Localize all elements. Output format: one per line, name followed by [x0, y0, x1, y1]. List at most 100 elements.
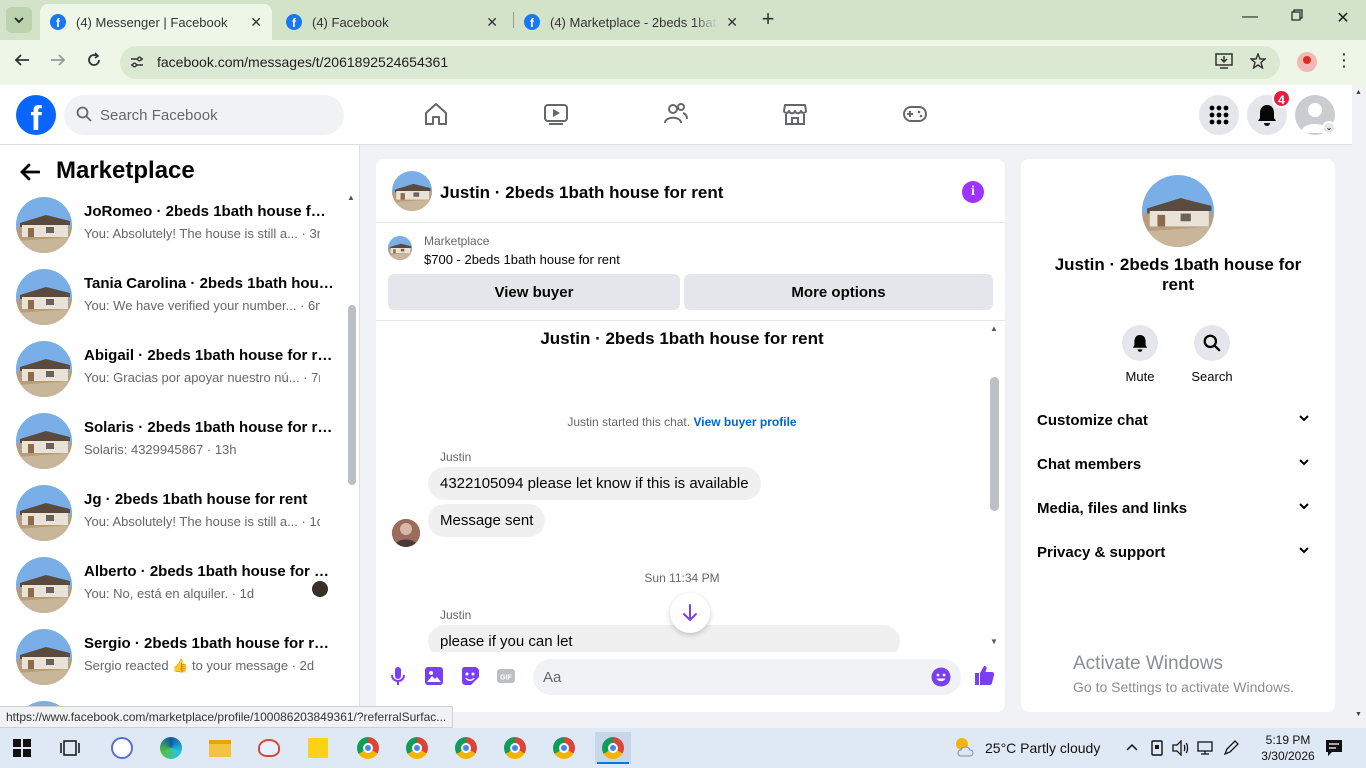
close-tab-icon[interactable]: ✕	[486, 14, 498, 31]
emoji-icon[interactable]	[931, 667, 951, 687]
pen-icon[interactable]	[1222, 739, 1240, 757]
task-view-button[interactable]	[52, 732, 88, 764]
mute-button[interactable]: Mute	[1110, 325, 1170, 384]
taskbar-app-shield[interactable]	[104, 732, 140, 764]
scroll-up-arrow-icon[interactable]: ▲	[347, 193, 355, 202]
start-button[interactable]	[4, 732, 40, 764]
facebook-logo-icon[interactable]: f	[16, 95, 56, 135]
volume-icon[interactable]	[1172, 740, 1190, 756]
conversation-item[interactable]: Solaris · 2beds 1bath house for rent Sola…	[16, 413, 336, 473]
back-button[interactable]	[10, 51, 34, 75]
video-icon[interactable]	[543, 101, 569, 127]
scrollbar-thumb[interactable]	[348, 305, 356, 485]
listing-thumbnail[interactable]	[388, 236, 412, 260]
conversation-item[interactable]: Sergio · 2beds 1bath house for rent Sergi…	[16, 629, 336, 689]
media-files-links-section[interactable]: Media, files and links	[1037, 500, 1319, 524]
new-tab-button[interactable]: +	[756, 7, 780, 33]
address-bar[interactable]: facebook.com/messages/t/2061892524654361	[120, 46, 1280, 79]
scroll-down-arrow-icon[interactable]: ▼	[990, 637, 998, 646]
view-buyer-button[interactable]: View buyer	[388, 274, 680, 310]
browser-profile-icon[interactable]	[1297, 52, 1317, 72]
gaming-icon[interactable]	[902, 101, 928, 127]
friends-icon[interactable]	[663, 101, 689, 127]
jump-to-latest-button[interactable]	[670, 593, 710, 633]
conversation-item[interactable]: Jg · 2beds 1bath house for rent You: Abso…	[16, 485, 336, 545]
url-text[interactable]: facebook.com/messages/t/2061892524654361	[157, 54, 448, 70]
conversation-item[interactable]: Abigail · 2beds 1bath house for rent You:…	[16, 341, 336, 401]
notification-center-icon[interactable]	[1325, 739, 1343, 757]
forward-button[interactable]	[46, 51, 70, 75]
taskbar-paint[interactable]	[251, 732, 287, 764]
install-app-icon[interactable]	[1215, 53, 1233, 74]
close-tab-icon[interactable]: ✕	[250, 14, 262, 31]
conversation-thumbnail	[16, 413, 72, 469]
browser-menu-icon[interactable]: ⋮	[1335, 50, 1353, 71]
weather-text[interactable]: 25°C Partly cloudy	[985, 740, 1100, 756]
reload-button[interactable]	[82, 51, 106, 75]
taskbar-chrome-4[interactable]	[497, 732, 533, 764]
back-arrow-icon[interactable]	[20, 161, 41, 187]
message-bubble[interactable]: please if you can let	[428, 625, 900, 652]
listing-title[interactable]: $700 - 2beds 1bath house for rent	[424, 252, 620, 267]
close-tab-icon[interactable]: ✕	[726, 14, 738, 31]
contact-avatar[interactable]	[1142, 175, 1214, 247]
conversation-item[interactable]: Alberto · 2beds 1bath house for rent You:…	[16, 557, 336, 617]
tab-marketplace[interactable]: f (4) Marketplace - 2beds 1bath h ✕	[514, 4, 748, 40]
more-options-button[interactable]: More options	[684, 274, 993, 310]
gif-icon[interactable]: GIF	[496, 666, 516, 686]
restore-button[interactable]	[1287, 8, 1307, 26]
view-buyer-profile-link[interactable]: View buyer profile	[693, 415, 796, 429]
message-input-box[interactable]	[533, 659, 961, 695]
customize-chat-section[interactable]: Customize chat	[1037, 412, 1319, 436]
sender-avatar[interactable]	[392, 519, 420, 547]
facebook-search[interactable]	[64, 95, 344, 135]
photo-icon[interactable]	[424, 666, 444, 686]
site-info-icon[interactable]	[128, 54, 146, 72]
taskbar-edge[interactable]	[153, 732, 189, 764]
taskbar-chrome-5[interactable]	[546, 732, 582, 764]
taskbar-chrome-3[interactable]	[448, 732, 484, 764]
menu-button[interactable]	[1199, 95, 1239, 135]
scroll-down-arrow-icon[interactable]: ▼	[1355, 711, 1362, 718]
chat-members-section[interactable]: Chat members	[1037, 456, 1319, 480]
sticker-icon[interactable]	[460, 666, 480, 686]
page-scrollbar[interactable]: ▲ ▼	[1352, 85, 1366, 727]
message-bubble[interactable]: Message sent	[428, 504, 546, 537]
scroll-up-arrow-icon[interactable]: ▲	[1355, 89, 1362, 96]
taskbar-sticky-notes[interactable]	[300, 732, 336, 764]
tab-messenger[interactable]: f (4) Messenger | Facebook ✕	[40, 4, 272, 40]
taskbar-chrome-1[interactable]	[350, 732, 386, 764]
scrollbar-thumb[interactable]	[990, 377, 999, 511]
home-icon[interactable]	[423, 101, 449, 127]
thumbs-up-icon[interactable]	[973, 664, 995, 686]
conversation-snippet: You: Gracias por apoyar nuestro nú... · …	[84, 370, 320, 385]
device-icon[interactable]	[1150, 740, 1164, 756]
message-bubble[interactable]: 4322105094 please let know if this is av…	[428, 467, 761, 500]
conversation-item[interactable]: Tania Carolina · 2beds 1bath house for r…	[16, 269, 336, 329]
minimize-button[interactable]: —	[1240, 8, 1260, 26]
microphone-icon[interactable]	[388, 666, 408, 686]
chat-avatar[interactable]	[392, 171, 432, 211]
facebook-favicon-icon: f	[50, 14, 66, 30]
close-window-button[interactable]: ✕	[1333, 8, 1353, 28]
chat-title[interactable]: Justin · 2beds 1bath house for rent	[440, 183, 723, 203]
tab-search-button[interactable]	[6, 7, 32, 33]
message-input[interactable]	[543, 659, 923, 695]
info-icon[interactable]: i	[962, 181, 984, 203]
taskbar-chrome-active[interactable]	[595, 732, 631, 764]
privacy-support-section[interactable]: Privacy & support	[1037, 544, 1319, 568]
tab-facebook[interactable]: f (4) Facebook ✕	[276, 4, 508, 40]
account-caret-icon[interactable]: ⌄	[1322, 121, 1336, 135]
taskbar-file-explorer[interactable]	[202, 732, 238, 764]
conversation-item[interactable]: JoRomeo · 2beds 1bath house for rent You:…	[16, 197, 336, 257]
system-clock[interactable]: 5:19 PM 3/30/2026	[1258, 732, 1318, 764]
show-hidden-icons-icon[interactable]	[1126, 738, 1138, 754]
search-conversation-button[interactable]: Search	[1182, 325, 1242, 384]
taskbar-chrome-2[interactable]	[399, 732, 435, 764]
search-input[interactable]	[100, 95, 330, 135]
marketplace-icon[interactable]	[782, 101, 808, 127]
scroll-up-arrow-icon[interactable]: ▲	[990, 324, 998, 333]
weather-partly-cloudy-icon[interactable]	[953, 736, 977, 758]
network-icon[interactable]	[1196, 740, 1214, 756]
bookmark-star-icon[interactable]	[1249, 52, 1267, 74]
